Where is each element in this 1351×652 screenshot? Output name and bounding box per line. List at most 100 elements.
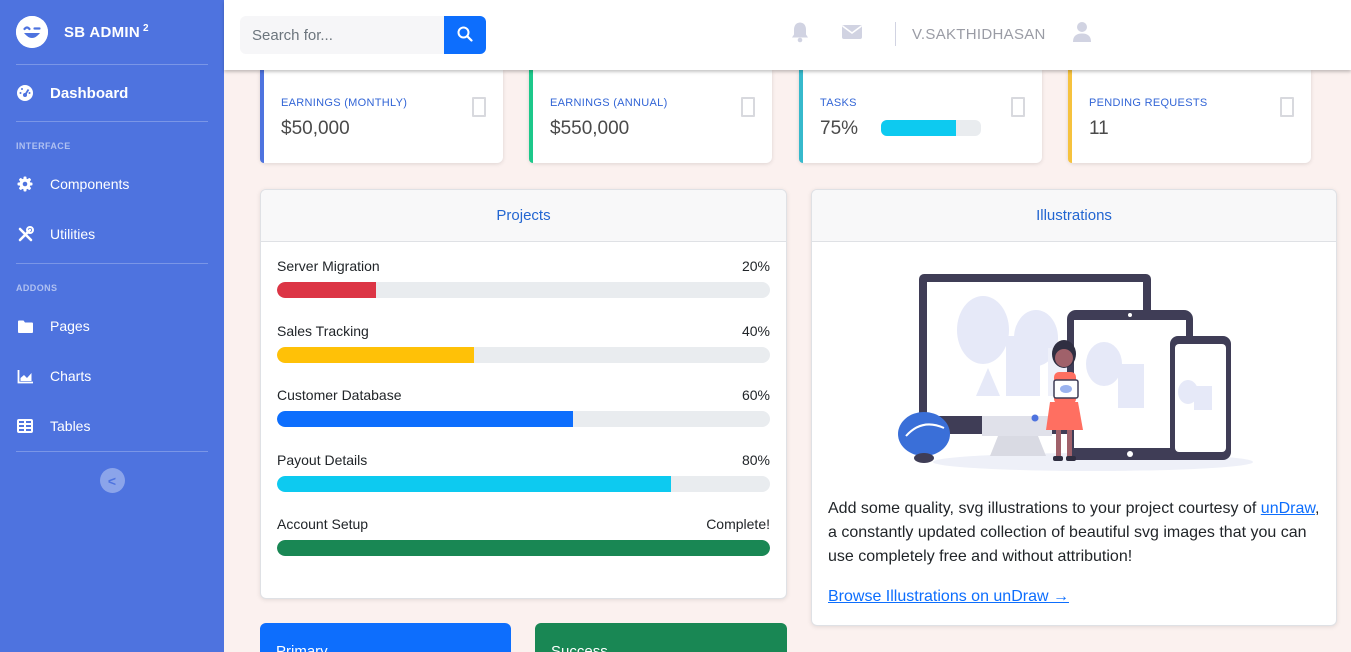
- topbar-search: [240, 16, 486, 54]
- bell-icon: [790, 21, 810, 48]
- project-row: Account Setup Complete!: [277, 516, 770, 560]
- sidebar-item-label: Dashboard: [50, 84, 129, 102]
- messages-dropdown[interactable]: [840, 22, 864, 46]
- topbar: V.SAKTHIDHASAN: [224, 0, 1351, 70]
- tasks-progress-fill: [881, 120, 956, 136]
- brand-name: SB ADMIN 2: [64, 23, 149, 41]
- dollar-icon: [741, 97, 755, 117]
- topbar-divider: [895, 22, 896, 46]
- search-button[interactable]: [444, 16, 486, 54]
- project-name: Payout Details: [277, 451, 368, 468]
- envelope-icon: [841, 24, 863, 45]
- sidebar-item-label: Pages: [50, 318, 90, 334]
- calendar-icon: [472, 97, 486, 117]
- stat-label: EARNINGS (MONTHLY): [281, 97, 408, 109]
- alerts-dropdown[interactable]: [788, 22, 812, 46]
- stat-card-earnings-annual: EARNINGS (ANNUAL) $550,000: [529, 70, 772, 163]
- sidebar-toggle-button[interactable]: <: [99, 468, 125, 493]
- sidebar-item-label: Charts: [50, 368, 92, 384]
- project-percent: 80%: [741, 451, 770, 468]
- user-icon: [1072, 21, 1092, 48]
- project-percent: 40%: [741, 322, 770, 339]
- stat-card-accent: [260, 70, 264, 163]
- sidebar-item-label: Tables: [50, 418, 91, 434]
- project-progress-fill: [277, 282, 376, 298]
- project-progress-fill: [277, 346, 475, 363]
- project-row: Server Migration 20%: [277, 258, 770, 302]
- stat-value: $550,000: [550, 118, 630, 139]
- color-card-label: Primary: [276, 643, 328, 652]
- search-input[interactable]: [240, 16, 444, 54]
- sidebar-item-charts[interactable]: Charts: [0, 351, 224, 401]
- sidebar-item-utilities[interactable]: Utilities: [0, 209, 224, 259]
- user-dropdown[interactable]: [1070, 21, 1094, 48]
- cog-icon: [16, 175, 34, 193]
- sidebar-item-label: Components: [50, 176, 130, 192]
- dashboard-gauge-icon: [16, 84, 34, 102]
- sidebar: SB ADMIN 2 Dashboard INTERFACE Component…: [0, 0, 224, 652]
- stat-card-accent: [1068, 70, 1072, 163]
- stat-card-accent: [529, 70, 533, 163]
- sidebar-item-pages[interactable]: Pages: [0, 301, 224, 351]
- stat-label: TASKS: [820, 97, 857, 109]
- projects-card: Projects Server Migration 20% Sales Tracki…: [260, 189, 787, 599]
- illustrations-card: Illustrations Add some quality, svg illu…: [811, 189, 1337, 626]
- project-row: Customer Database 60%: [277, 387, 770, 431]
- brand-superscript: 2: [143, 23, 149, 34]
- project-percent: 20%: [741, 258, 770, 274]
- folder-icon: [16, 317, 34, 335]
- card-header: Projects: [261, 190, 786, 242]
- project-name: Account Setup: [277, 516, 369, 532]
- project-progress-bar: [277, 475, 770, 492]
- project-row: Payout Details 80%: [277, 452, 770, 496]
- project-row: Sales Tracking 40%: [277, 323, 770, 367]
- illustrations-description: Add some quality, svg illustrations to y…: [828, 500, 1320, 565]
- stat-value: 75%: [820, 118, 859, 139]
- project-progress-fill: [277, 475, 672, 492]
- stat-card-accent: [799, 70, 803, 163]
- sidebar-item-components[interactable]: Components: [0, 159, 224, 209]
- stat-card-earnings-monthly: EARNINGS (MONTHLY) $50,000: [260, 70, 503, 163]
- tasks-progress-bar: [881, 120, 981, 136]
- project-progress-bar: [277, 346, 770, 363]
- project-percent: Complete!: [706, 516, 770, 532]
- chevron-left-icon: <: [107, 472, 117, 489]
- sidebar-item-label: Utilities: [50, 226, 96, 242]
- primary-color-card: Primary: [260, 623, 511, 652]
- project-name: Customer Database: [277, 387, 402, 403]
- card-header: Illustrations: [812, 190, 1336, 242]
- stat-label: PENDING REQUESTS: [1089, 97, 1208, 109]
- project-progress-bar: [277, 411, 770, 427]
- sidebar-heading-addons: ADDONS: [16, 283, 58, 293]
- stat-value: 11: [1089, 118, 1109, 139]
- undraw-illustration: [898, 274, 1253, 471]
- stat-label: EARNINGS (ANNUAL): [550, 97, 668, 109]
- project-name: Server Migration: [277, 258, 380, 274]
- browse-illustrations-link[interactable]: Browse Illustrations on unDraw →: [828, 588, 1069, 606]
- project-progress-fill: [277, 411, 573, 427]
- sidebar-item-dashboard[interactable]: Dashboard: [0, 65, 224, 121]
- sidebar-divider: [16, 451, 208, 452]
- chart-area-icon: [16, 367, 34, 385]
- project-progress-bar: [277, 282, 770, 298]
- comments-icon: [1280, 97, 1294, 117]
- user-name[interactable]: V.SAKTHIDHASAN: [912, 26, 1046, 43]
- search-icon: [457, 26, 473, 45]
- project-progress-fill: [277, 540, 770, 556]
- undraw-link[interactable]: unDraw: [1261, 500, 1315, 517]
- stat-card-pending-requests: PENDING REQUESTS 11: [1068, 70, 1311, 163]
- color-card-label: Success: [551, 643, 608, 652]
- table-icon: [16, 417, 34, 435]
- project-progress-bar: [277, 540, 770, 556]
- success-color-card: Success: [535, 623, 787, 652]
- project-name: Sales Tracking: [277, 322, 369, 339]
- sidebar-item-tables[interactable]: Tables: [0, 401, 224, 451]
- sidebar-heading-interface: INTERFACE: [16, 141, 71, 151]
- laugh-wink-icon: [16, 16, 48, 48]
- stat-card-tasks: TASKS 75%: [799, 70, 1042, 163]
- wrench-icon: [16, 225, 34, 243]
- brand-link[interactable]: SB ADMIN 2: [0, 0, 224, 64]
- project-percent: 60%: [741, 387, 770, 403]
- stat-value: $50,000: [281, 118, 350, 139]
- clipboard-icon: [1011, 97, 1025, 117]
